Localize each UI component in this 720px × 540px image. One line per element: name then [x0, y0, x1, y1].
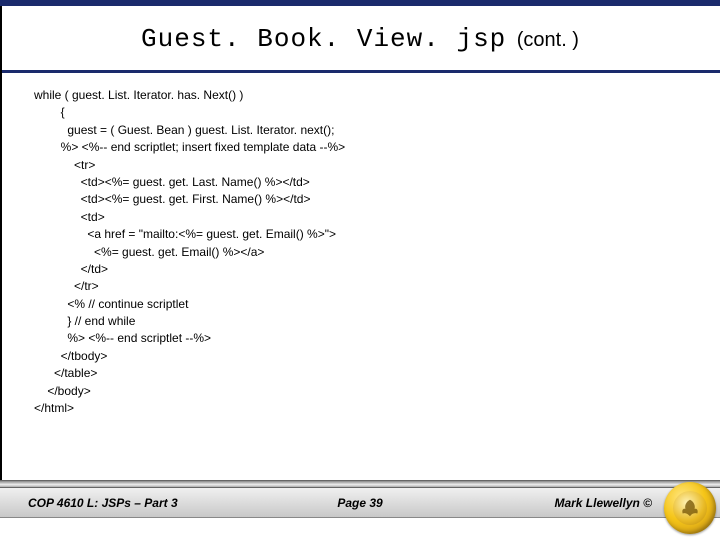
footer-divider-top [0, 480, 720, 488]
footer-author: Mark Llewellyn © [554, 496, 652, 510]
footer-bottom-space [0, 518, 720, 540]
pegasus-icon [679, 497, 701, 519]
slide-title-main: Guest. Book. View. jsp [141, 24, 506, 54]
footer-course-title: COP 4610 L: JSPs – Part 3 [28, 496, 178, 510]
slide-title-cont: (cont. ) [517, 29, 579, 51]
code-listing: while ( guest. List. Iterator. has. Next… [0, 73, 720, 427]
footer: COP 4610 L: JSPs – Part 3 Page 39 Mark L… [0, 480, 720, 540]
slide-title-area: Guest. Book. View. jsp (cont. ) [0, 6, 720, 68]
footer-page-number: Page 39 [337, 496, 382, 510]
ucf-pegasus-logo [664, 482, 716, 534]
footer-bar: COP 4610 L: JSPs – Part 3 Page 39 Mark L… [0, 488, 720, 518]
left-border [0, 6, 2, 480]
